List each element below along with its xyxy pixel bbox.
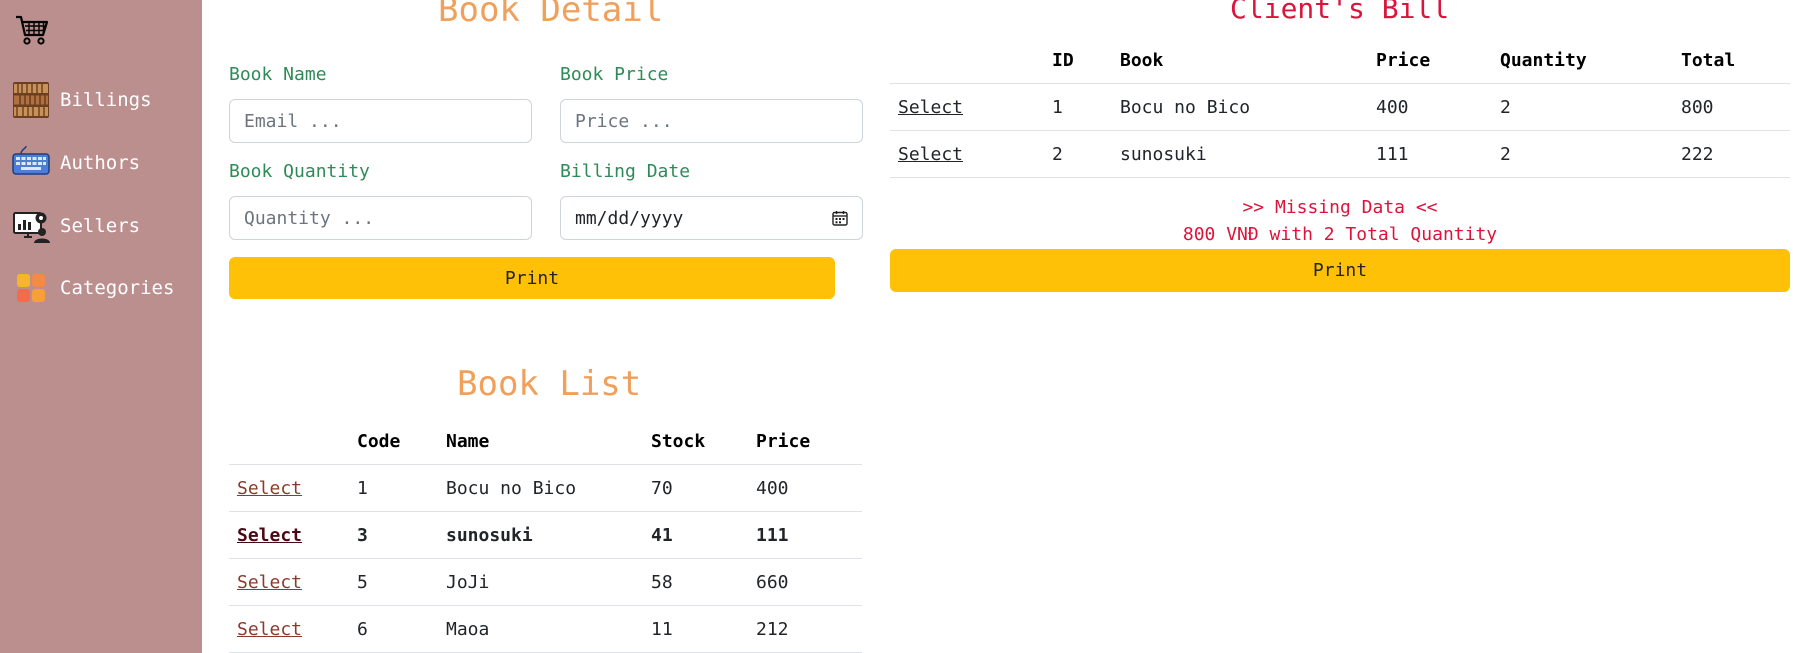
book-name: sunosuki xyxy=(438,511,643,559)
table-row: Select 3 sunosuki 41 111 xyxy=(229,511,862,559)
seller-dashboard-icon xyxy=(13,212,50,243)
column-header-action xyxy=(229,418,349,465)
book-price: 400 xyxy=(748,464,862,512)
table-row: Select 1 Bocu no Bico 400 2 800 xyxy=(890,83,1790,131)
sidebar-item-label: Authors xyxy=(60,152,141,174)
book-quantity-input[interactable] xyxy=(229,196,532,240)
book-name: Maoa xyxy=(438,605,643,653)
bill-total-summary: 800 VNĐ with 2 Total Quantity xyxy=(1182,224,1498,245)
book-quantity-label: Book Quantity xyxy=(229,161,370,182)
table-row: Select 5 JoJi 58 660 xyxy=(229,558,862,606)
bill-quantity: 2 xyxy=(1492,130,1673,178)
sidebar-item-authors[interactable]: Authors xyxy=(12,143,140,183)
select-link[interactable]: Select xyxy=(237,619,302,640)
table-header-row: ID Book Price Quantity Total xyxy=(890,37,1790,84)
book-code: 1 xyxy=(349,464,438,512)
shopping-cart-icon[interactable] xyxy=(14,12,50,48)
bookshelf-icon xyxy=(13,82,49,118)
table-row: Select 2 sunosuki 111 2 222 xyxy=(890,130,1790,178)
sidebar-item-label: Categories xyxy=(60,277,175,299)
sidebar-item-sellers[interactable]: Sellers xyxy=(12,206,140,246)
book-stock: 41 xyxy=(643,511,748,559)
book-price-input[interactable] xyxy=(560,99,863,143)
bill-total: 800 xyxy=(1673,83,1790,131)
billing-date-label: Billing Date xyxy=(560,161,691,182)
book-name-input[interactable] xyxy=(229,99,532,143)
bill-id: 1 xyxy=(1044,83,1112,131)
column-header-code: Code xyxy=(349,418,438,465)
book-stock: 58 xyxy=(643,558,748,606)
bill-id: 2 xyxy=(1044,130,1112,178)
bill-book: Bocu no Bico xyxy=(1112,83,1368,131)
bill-summary: >> Missing Data << 800 VNĐ with 2 Total … xyxy=(890,194,1790,248)
billing-date-value: mm/dd/yyyy xyxy=(575,207,684,229)
book-name: Bocu no Bico xyxy=(438,464,643,512)
sidebar-item-label: Billings xyxy=(60,89,152,111)
sidebar-item-billings[interactable]: Billings xyxy=(12,80,152,120)
keyboard-icon xyxy=(12,145,50,175)
book-list-title: Book List xyxy=(457,364,642,404)
missing-data-message: >> Missing Data << xyxy=(1242,197,1438,218)
bill-price: 111 xyxy=(1368,130,1492,178)
column-header-price: Price xyxy=(1368,37,1492,84)
book-list-table: Code Name Stock Price Select 1 Bocu no B… xyxy=(229,418,862,653)
column-header-quantity: Quantity xyxy=(1492,37,1673,84)
sidebar-item-label: Sellers xyxy=(60,215,141,237)
column-header-total: Total xyxy=(1673,37,1790,84)
book-stock: 11 xyxy=(643,605,748,653)
print-bill-button[interactable]: Print xyxy=(890,249,1790,292)
book-name-label: Book Name xyxy=(229,64,327,85)
book-price: 111 xyxy=(748,511,862,559)
table-row: Select 1 Bocu no Bico 70 400 xyxy=(229,464,862,512)
select-link[interactable]: Select xyxy=(237,525,302,546)
select-link[interactable]: Select xyxy=(237,572,302,593)
client-bill-title: Client's Bill xyxy=(1230,0,1450,25)
book-detail-title: Book Detail xyxy=(438,0,664,30)
select-link[interactable]: Select xyxy=(237,478,302,499)
bill-quantity: 2 xyxy=(1492,83,1673,131)
select-link[interactable]: Select xyxy=(898,97,963,118)
bill-book: sunosuki xyxy=(1112,130,1368,178)
column-header-id: ID xyxy=(1044,37,1112,84)
client-bill-table: ID Book Price Quantity Total Select 1 Bo… xyxy=(890,37,1790,178)
book-price: 212 xyxy=(748,605,862,653)
column-header-price: Price xyxy=(748,418,862,465)
book-price-label: Book Price xyxy=(560,64,669,85)
book-code: 5 xyxy=(349,558,438,606)
book-stock: 70 xyxy=(643,464,748,512)
print-book-button[interactable]: Print xyxy=(229,257,835,299)
table-header-row: Code Name Stock Price xyxy=(229,418,862,465)
book-price: 660 xyxy=(748,558,862,606)
book-code: 3 xyxy=(349,511,438,559)
category-grid-icon xyxy=(17,274,45,302)
book-name: JoJi xyxy=(438,558,643,606)
column-header-book: Book xyxy=(1112,37,1368,84)
column-header-stock: Stock xyxy=(643,418,748,465)
calendar-icon[interactable] xyxy=(832,210,848,226)
select-link[interactable]: Select xyxy=(898,144,963,165)
column-header-action xyxy=(890,37,1044,84)
bill-price: 400 xyxy=(1368,83,1492,131)
table-row: Select 6 Maoa 11 212 xyxy=(229,605,862,653)
bill-total: 222 xyxy=(1673,130,1790,178)
book-code: 6 xyxy=(349,605,438,653)
sidebar: Billings Authors Sellers Categories xyxy=(0,0,202,653)
sidebar-item-categories[interactable]: Categories xyxy=(12,268,174,308)
column-header-name: Name xyxy=(438,418,643,465)
billing-date-input[interactable]: mm/dd/yyyy xyxy=(560,196,863,240)
